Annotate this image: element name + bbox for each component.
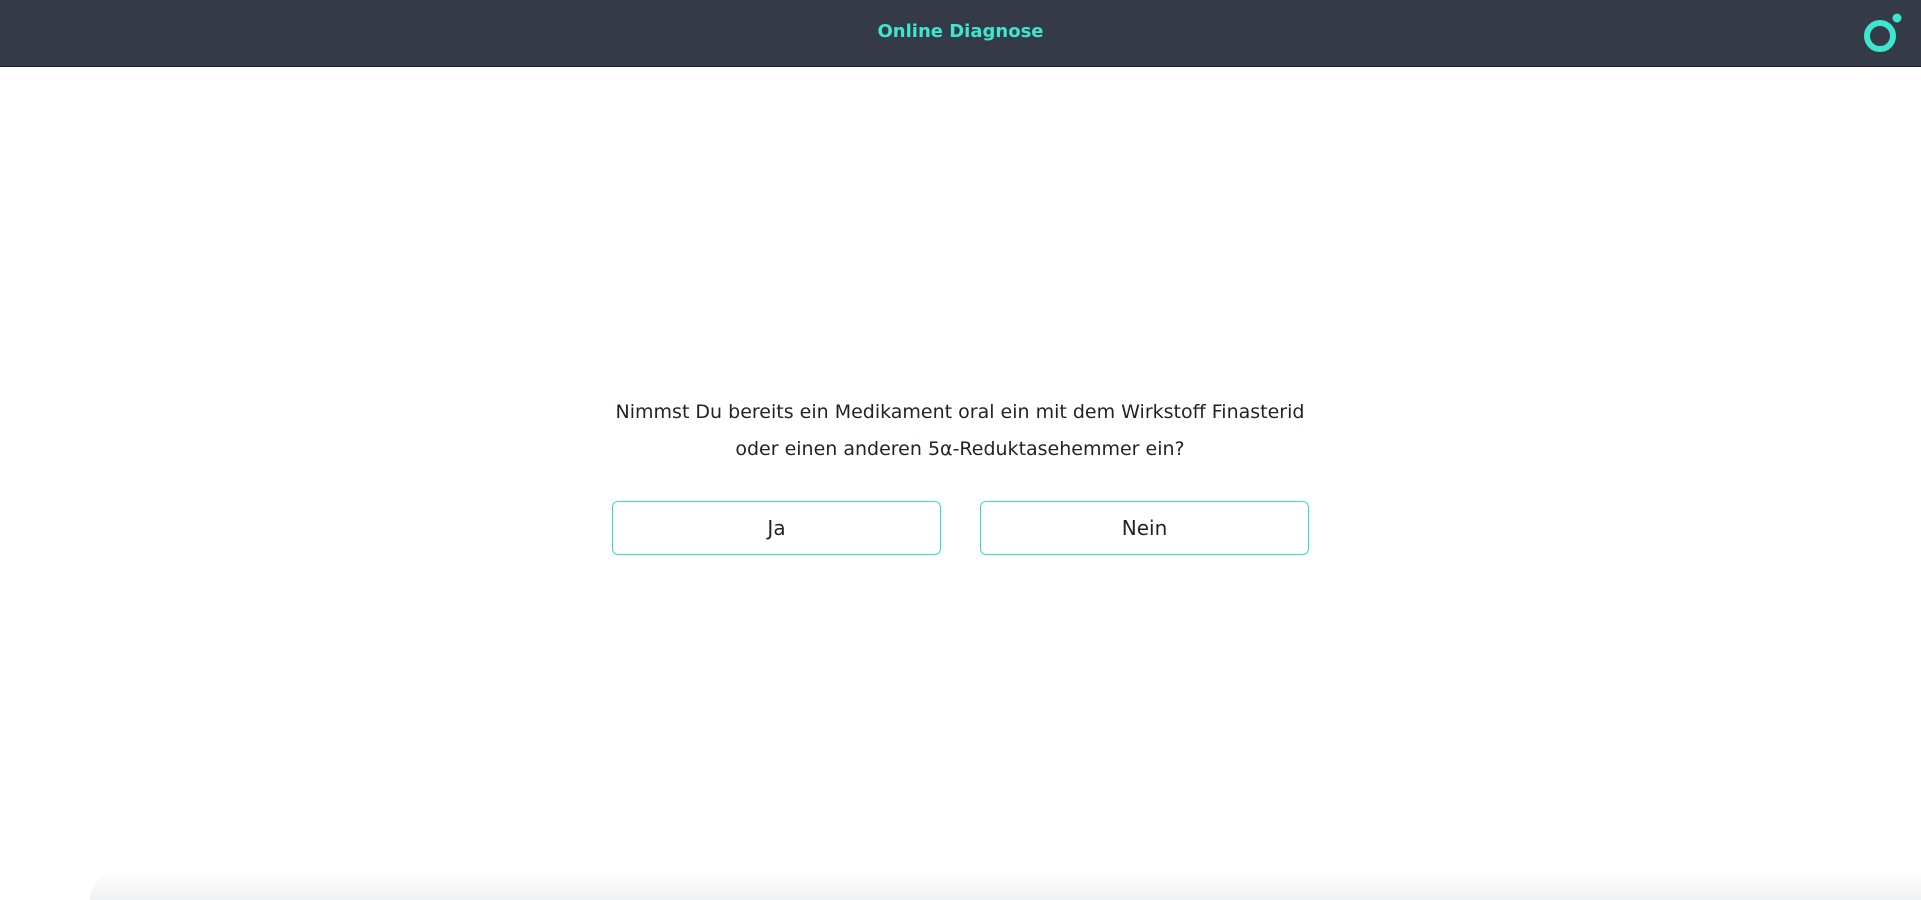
question-line-1: Nimmst Du bereits ein Medikament oral ei… xyxy=(615,401,1305,423)
top-header: Online Diagnose xyxy=(0,0,1921,67)
question-text: Nimmst Du bereits ein Medikament oral ei… xyxy=(560,394,1360,468)
question-line-2: oder einen anderen 5α-Reduktasehemmer ei… xyxy=(735,438,1185,460)
ring-logo-icon[interactable] xyxy=(1861,12,1905,56)
bottom-panel-edge xyxy=(90,870,1921,900)
header-title: Online Diagnose xyxy=(877,21,1044,42)
answer-no-button[interactable]: Nein xyxy=(980,501,1309,555)
question-area: Nimmst Du bereits ein Medikament oral ei… xyxy=(0,67,1921,900)
answer-yes-button[interactable]: Ja xyxy=(612,501,941,555)
